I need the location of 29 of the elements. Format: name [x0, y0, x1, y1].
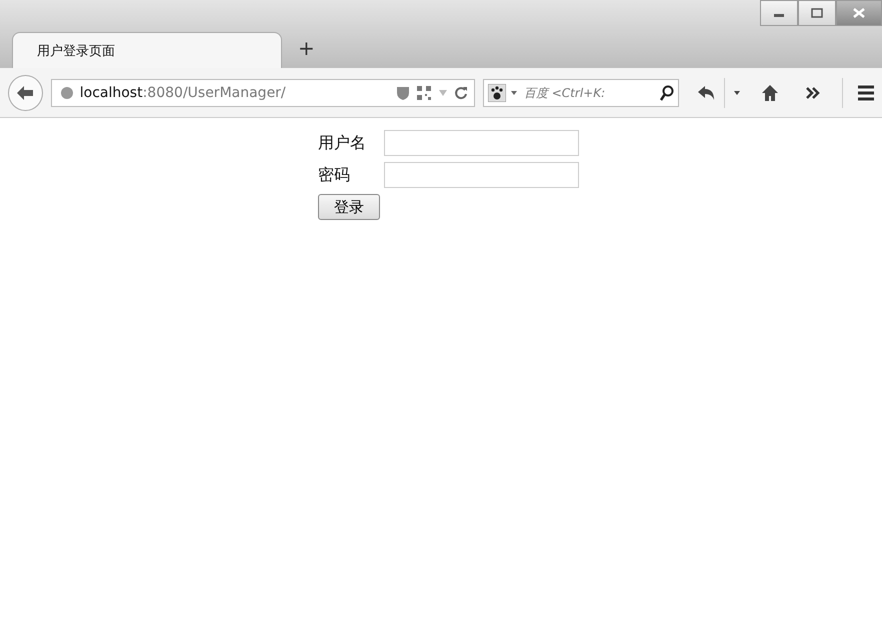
- close-icon: [853, 8, 865, 18]
- new-tab-button[interactable]: +: [298, 36, 315, 60]
- maximize-icon: [811, 8, 823, 18]
- field-label: 密码: [318, 164, 351, 186]
- qr-code-icon[interactable]: [416, 84, 432, 100]
- dropdown-icon[interactable]: [733, 90, 741, 96]
- url-text: localhost:8080/UserManager/: [80, 84, 287, 100]
- reload-icon[interactable]: [454, 86, 468, 100]
- close-button[interactable]: [836, 0, 882, 26]
- search-input[interactable]: 百度 <Ctrl+K:: [522, 84, 656, 100]
- dropdown-icon[interactable]: [510, 90, 518, 96]
- back-arrow-icon: [16, 84, 34, 100]
- double-chevron-icon[interactable]: [806, 86, 820, 98]
- address-bar[interactable]: localhost:8080/UserManager/: [50, 78, 475, 106]
- login-button[interactable]: 登录: [318, 194, 380, 220]
- paw-icon[interactable]: [488, 84, 506, 102]
- back-button[interactable]: [8, 74, 43, 110]
- menu-icon[interactable]: [856, 84, 874, 100]
- maximize-button[interactable]: [798, 0, 836, 26]
- browser-tab[interactable]: 用户登录页面: [12, 32, 282, 68]
- minimize-button[interactable]: [760, 0, 798, 26]
- shield-icon[interactable]: [396, 84, 410, 100]
- home-icon[interactable]: [760, 84, 778, 102]
- search-field[interactable]: 百度 <Ctrl+K:: [482, 78, 679, 106]
- search-icon[interactable]: [660, 84, 674, 100]
- undo-icon[interactable]: [696, 84, 716, 102]
- input-field[interactable]: [384, 162, 579, 188]
- input-field[interactable]: [384, 130, 579, 156]
- field-label: 用户名: [318, 132, 367, 154]
